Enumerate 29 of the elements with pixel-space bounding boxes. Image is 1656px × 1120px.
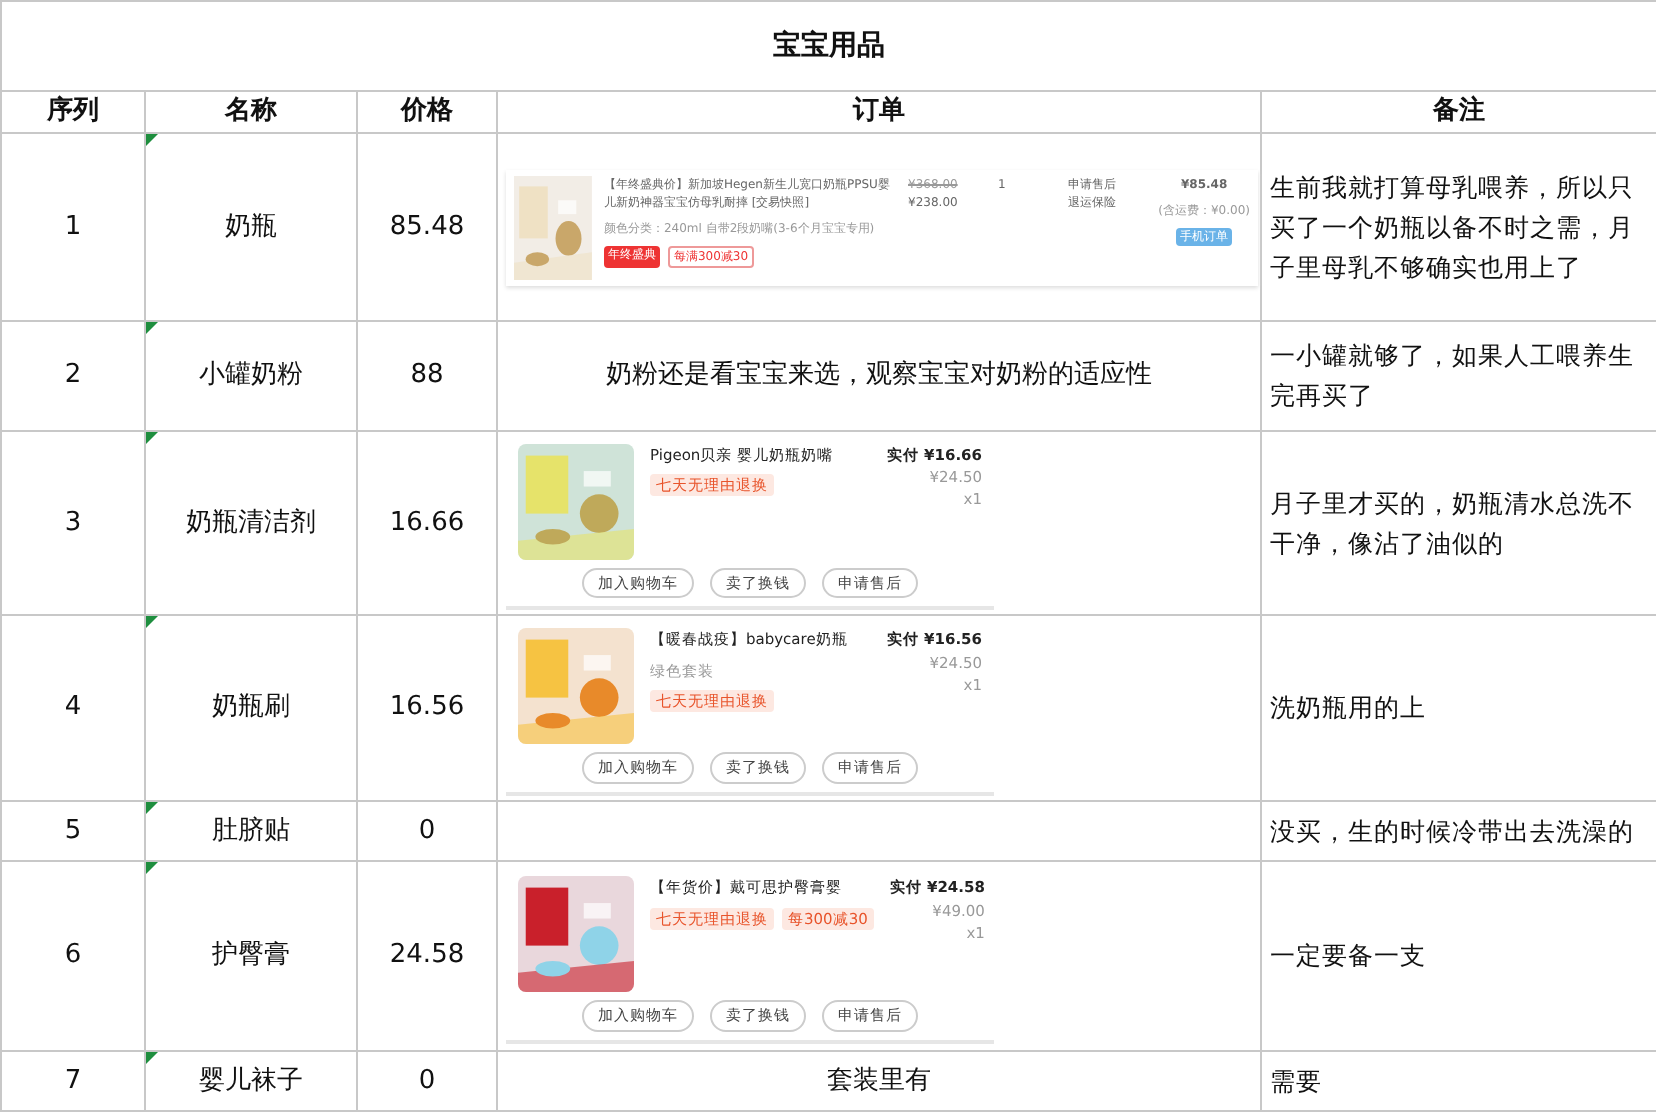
table-cell: 88: [357, 321, 497, 431]
table-cell: 6: [1, 861, 145, 1051]
table-cell: 5: [1, 801, 145, 861]
table-cell: 奶瓶: [225, 211, 277, 242]
column-header: 价格: [357, 91, 497, 133]
table-cell: 肚脐贴: [212, 815, 290, 846]
column-header: 备注: [1261, 91, 1656, 133]
table-cell: 婴儿袜子: [199, 1065, 303, 1096]
table-cell: 0: [357, 801, 497, 861]
table-cell: 7: [1, 1051, 145, 1111]
table-cell: 小罐奶粉: [199, 360, 303, 391]
table-cell: 护臀膏: [212, 940, 290, 971]
table-cell: 0: [357, 1051, 497, 1111]
column-header: 序列: [1, 91, 145, 133]
column-header: 订单: [497, 91, 1261, 133]
table-cell: 16.66: [357, 431, 497, 615]
table-cell: 24.58: [357, 861, 497, 1051]
order-text: 奶粉还是看宝宝来选，观察宝宝对奶粉的适应性: [606, 360, 1152, 391]
sheet-title: 宝宝用品: [1, 1, 1656, 91]
order-text: 套装里有: [827, 1065, 931, 1096]
table-cell: 3: [1, 431, 145, 615]
table-cell: 2: [1, 321, 145, 431]
table-cell: 16.56: [357, 615, 497, 801]
table-cell: 85.48: [357, 133, 497, 321]
table-cell: 奶瓶清洁剂: [186, 507, 316, 538]
column-header: 名称: [145, 91, 357, 133]
table-cell: 奶瓶刷: [212, 692, 290, 723]
table-cell: 4: [1, 615, 145, 801]
table-cell: 1: [1, 133, 145, 321]
